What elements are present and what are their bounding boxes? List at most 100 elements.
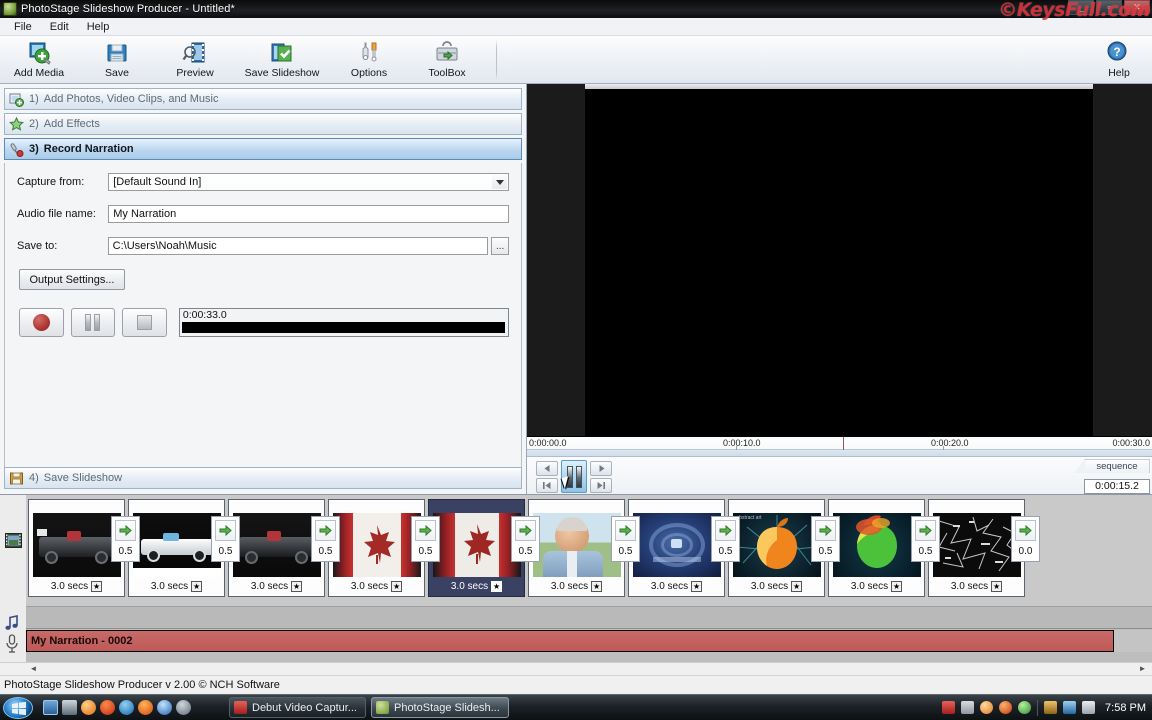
slide-effects-star-icon[interactable]: ★ [91,581,103,592]
menu-item-help[interactable]: Help [79,20,118,34]
transition-marker[interactable]: 0.5 [711,516,740,562]
quick-launch-bar [43,700,191,715]
transition-marker[interactable]: 0.0 [1011,516,1040,562]
green-arrow-icon [415,520,436,541]
toolbar-save-slideshow-label: Save Slideshow [244,67,320,79]
windows-start-orb[interactable] [3,696,33,719]
firefox-flame-icon[interactable] [100,700,115,715]
step-forward-button[interactable] [590,460,612,476]
filmstrip-slides[interactable]: 3.0 secs ★ 0.5 3.0 secs ★ 0.5 3.0 secs ★ 0.5 3.0 … [26,495,1152,606]
transition-marker[interactable]: 0.5 [811,516,840,562]
taskbar-item-photostage[interactable]: PhotoStage Slidesh... [370,697,509,718]
sidebar-item-record-narration[interactable]: 3) Record Narration [4,138,522,160]
slide-duration: 3.0 secs ★ [350,581,403,592]
save-to-input[interactable]: C:\Users\Noah\Music [107,237,489,255]
slide-image [32,513,121,577]
chevron-down-icon[interactable] [492,175,507,189]
taskbar-item-debut[interactable]: Debut Video Captur... [229,697,366,718]
capture-from-select[interactable]: [Default Sound In] [108,173,509,191]
toolbar-save-slideshow[interactable]: Save Slideshow [234,38,330,82]
transition-marker[interactable]: 0.5 [911,516,940,562]
music-track-lane[interactable] [26,607,1152,629]
flame-tray-icon[interactable] [999,701,1013,714]
slide-effects-star-icon[interactable]: ★ [691,581,703,592]
jump-to-start-button[interactable] [536,478,558,493]
tray-divider [1037,699,1039,716]
slide-duration-text: 3.0 secs [350,581,389,592]
maximize-button[interactable]: ▫ [1096,0,1122,15]
timeline-scrub-band[interactable] [527,450,1152,457]
volume-tray-icon[interactable] [1082,701,1096,714]
show-desktop-icon[interactable] [43,700,58,715]
toolbar-toolbox[interactable]: ToolBox [408,38,486,82]
main-content-row: 1) Add Photos, Video Clips, and Music 2)… [0,84,1152,494]
chrome-icon[interactable] [176,700,191,715]
slide-effects-star-icon[interactable]: ★ [191,581,203,592]
toolbar-help[interactable]: ? Help [1092,38,1146,82]
media-player-icon[interactable] [81,700,96,715]
transition-duration: 0.5 [118,546,133,557]
step-number-3: 3) [29,143,39,155]
timeline-ruler[interactable]: 0:00:00.0 0:00:10.0 0:00:20.0 0:00:30.0 [527,436,1152,465]
star-icon [9,116,24,132]
transition-duration: 0.0 [1018,546,1033,557]
transition-duration: 0.5 [518,546,533,557]
jump-to-end-button[interactable] [590,478,612,493]
audio-file-name-input[interactable]: My Narration [108,205,509,223]
toolbar-add-media[interactable]: Add Media [0,38,78,82]
wave-tray-icon[interactable] [961,701,975,714]
sidebar-item-add-photos[interactable]: 1) Add Photos, Video Clips, and Music [4,88,522,110]
sequence-tab[interactable]: sequence [1074,459,1150,473]
orange-tray-icon[interactable] [980,701,994,714]
pause-button[interactable] [70,308,116,337]
toolbar-options[interactable]: Options [330,38,408,82]
slide-effects-star-icon[interactable]: ★ [391,581,403,592]
slide-effects-star-icon[interactable]: ★ [291,581,303,592]
network-tray-icon[interactable] [1063,701,1077,714]
switch-window-icon[interactable] [62,700,77,715]
scroll-right-arrow[interactable]: ► [1137,664,1148,675]
minimize-button[interactable]: _ [1068,0,1094,15]
toolbar-save[interactable]: Save [78,38,156,82]
record-narration-panel: Capture from: [Default Sound In] Audio f… [4,163,522,485]
slide-effects-star-icon[interactable]: ★ [991,581,1003,592]
itunes-icon[interactable] [157,700,172,715]
add-photos-icon [9,92,24,107]
slide-duration-text: 3.0 secs [750,581,789,592]
video-preview-area[interactable] [527,84,1152,436]
sidebar-item-add-effects[interactable]: 2) Add Effects [4,113,522,135]
slide-effects-star-icon[interactable]: ★ [791,581,803,592]
menu-item-edit[interactable]: Edit [42,20,77,34]
stop-button[interactable] [122,308,167,337]
menu-item-file[interactable]: File [6,20,40,34]
ruler-tick-3: 0:00:30.0 [1112,438,1150,448]
close-button[interactable]: ✕ [1124,0,1150,15]
transition-marker[interactable]: 0.5 [411,516,440,562]
firefox-icon[interactable] [138,700,153,715]
scroll-left-arrow[interactable]: ◄ [28,664,39,675]
output-settings-button[interactable]: Output Settings... [19,269,125,290]
slide-effects-star-icon[interactable]: ★ [491,581,503,592]
shield-tray-icon[interactable] [1018,701,1032,714]
narration-track-lane[interactable]: My Narration - 0002 [26,630,1152,652]
narration-clip[interactable]: My Narration - 0002 [26,630,1114,652]
slide-duration: 3.0 secs ★ [651,581,703,592]
record-button[interactable] [19,308,64,337]
transition-marker[interactable]: 0.5 [511,516,540,562]
internet-explorer-icon[interactable] [119,700,134,715]
transport-button-grid [536,460,612,493]
transition-marker[interactable]: 0.5 [611,516,640,562]
browse-button[interactable]: ... [491,237,509,255]
sidebar-item-save-slideshow[interactable]: 4) Save Slideshow [4,467,522,489]
track-lanes[interactable]: My Narration - 0002 [26,606,1152,662]
slide-effects-star-icon[interactable]: ★ [891,581,903,592]
debut-tray-icon[interactable] [942,701,956,714]
signal-tray-icon[interactable] [1044,701,1058,714]
step-back-button[interactable] [536,460,558,476]
transition-marker[interactable]: 0.5 [211,516,240,562]
timeline-horizontal-scrollbar[interactable]: ◄ ► [0,662,1152,675]
toolbar-preview[interactable]: Preview [156,38,234,82]
transition-marker[interactable]: 0.5 [311,516,340,562]
slide-effects-star-icon[interactable]: ★ [591,581,603,592]
transition-marker[interactable]: 0.5 [111,516,140,562]
